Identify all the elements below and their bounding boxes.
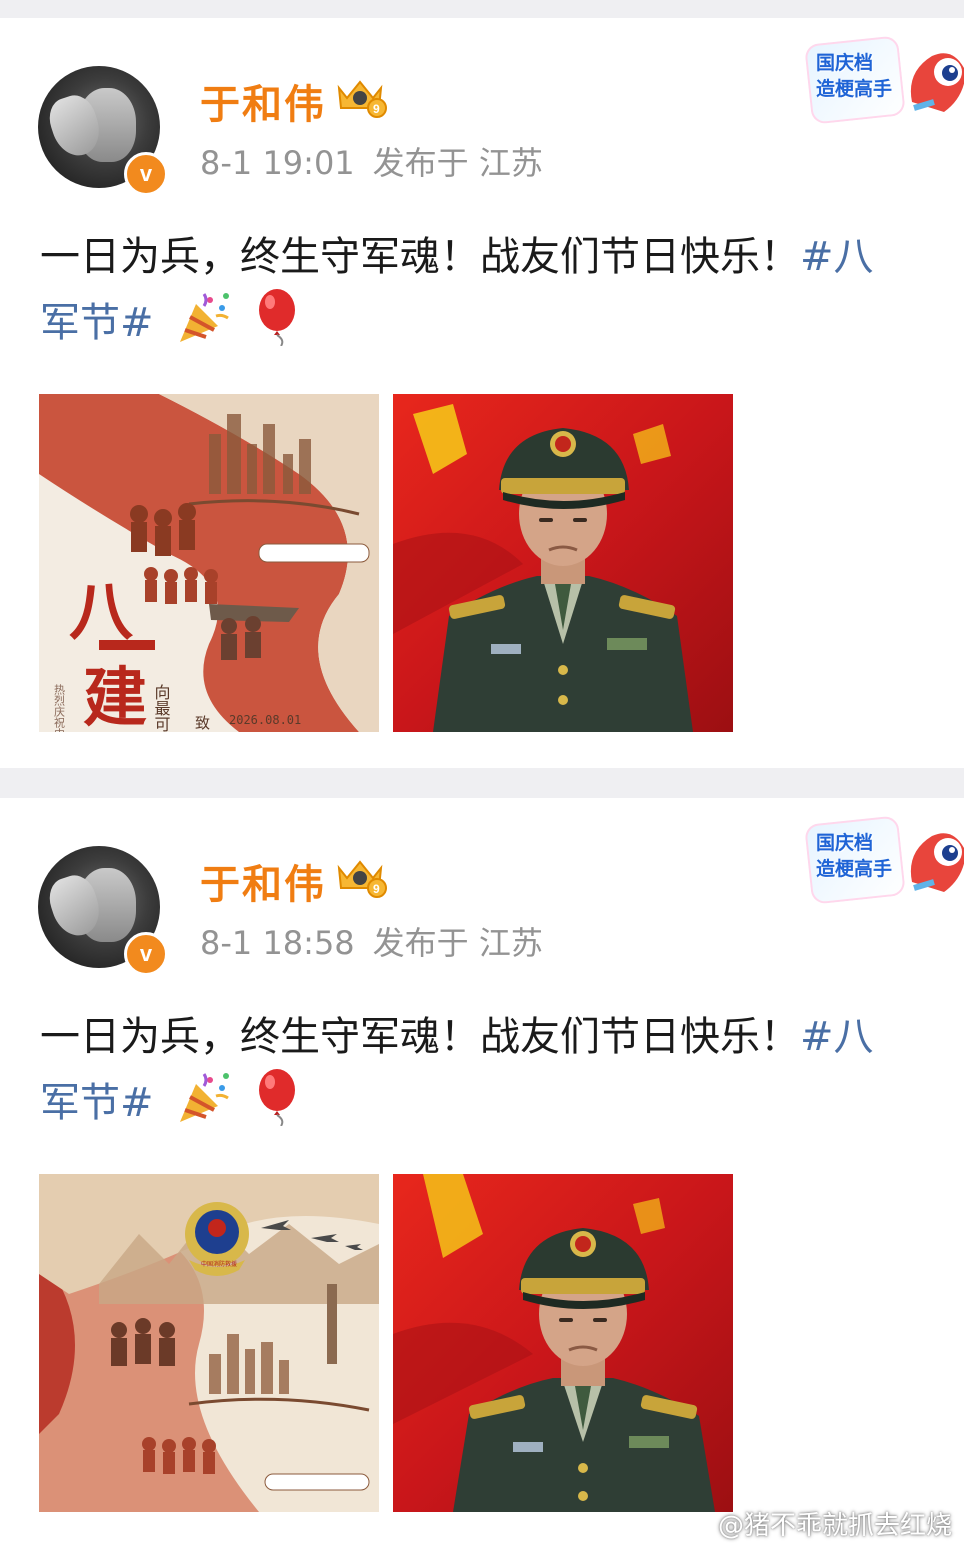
post-meta: 8-1 18:58 发布于 江苏 (200, 918, 543, 964)
author-avatar[interactable]: v (38, 846, 168, 976)
verified-v-icon: v (124, 152, 168, 196)
verified-v-icon: v (124, 932, 168, 976)
mascot-icon (911, 833, 964, 892)
post-image-poster[interactable]: 八 建 向最可爱 致 2026.08.01 热烈庆祝中 (39, 394, 379, 732)
poster-title-2: 建 (83, 661, 147, 732)
poster-to-text: 致 (195, 714, 210, 732)
vip-crown-icon[interactable]: 9 (333, 74, 387, 118)
post-text: 一日为兵，终生守军魂！战友们节日快乐！#八 军节# (40, 226, 964, 354)
hashtag-link-continued[interactable]: 军节# (40, 300, 154, 346)
promo-badge[interactable]: 国庆档 造梗高手 (804, 28, 964, 128)
author-name[interactable]: 于和伟 (200, 852, 326, 910)
post-text: 一日为兵，终生守军魂！战友们节日快乐！#八 军节# (40, 1006, 964, 1134)
post-time: 8-1 18:58 (200, 924, 355, 962)
post-location: 发布于 江苏 (372, 144, 543, 182)
post-location: 发布于 江苏 (372, 924, 543, 962)
party-popper-icon (180, 1073, 230, 1122)
promo-line-2: 造梗高手 (816, 858, 893, 880)
post-meta: 8-1 19:01 发布于 江苏 (200, 138, 543, 184)
author-name[interactable]: 于和伟 (200, 72, 326, 130)
svg-text:9: 9 (373, 882, 380, 896)
post-image-poster[interactable]: 中国消防救援 (39, 1174, 379, 1512)
hashtag-link[interactable]: #八 (800, 1014, 874, 1060)
post-image-officer[interactable] (393, 394, 733, 732)
weibo-feed: v 于和伟 9 8-1 19:01 发布于 江苏 国庆档 造梗高手 一日为兵，终… (0, 0, 964, 1550)
party-popper-icon (180, 293, 230, 342)
promo-line-1: 国庆档 (816, 52, 874, 74)
post-image-officer[interactable] (393, 1174, 733, 1512)
poster-title: 八 (69, 575, 134, 650)
emblem-text: 中国消防救援 (201, 1260, 237, 1268)
vip-crown-icon[interactable]: 9 (333, 854, 387, 898)
promo-badge[interactable]: 国庆档 造梗高手 (804, 808, 964, 908)
svg-text:9: 9 (373, 102, 380, 116)
weibo-post: v 于和伟 9 8-1 18:58 发布于 江苏 国庆档 造梗高手 一日为兵，终… (0, 798, 964, 1550)
red-balloon-icon (258, 289, 295, 346)
hashtag-link[interactable]: #八 (800, 234, 874, 280)
poster-date: 2026.08.01 (229, 713, 301, 727)
red-balloon-icon (258, 1069, 295, 1126)
poster-side-text: 向最可爱 (152, 684, 171, 732)
weibo-post: v 于和伟 9 8-1 19:01 发布于 江苏 国庆档 造梗高手 一日为兵，终… (0, 18, 964, 768)
post-text-main: 一日为兵，终生守军魂！战友们节日快乐！ (40, 1014, 800, 1060)
promo-line-1: 国庆档 (816, 832, 874, 854)
post-time: 8-1 19:01 (200, 144, 355, 182)
poster-vertical-text: 热烈庆祝中 (53, 684, 66, 732)
post-text-main: 一日为兵，终生守军魂！战友们节日快乐！ (40, 234, 800, 280)
hashtag-link-continued[interactable]: 军节# (40, 1080, 154, 1126)
watermark: @猪不乖就抓去红烧 (717, 1511, 952, 1541)
promo-line-2: 造梗高手 (816, 78, 893, 100)
author-avatar[interactable]: v (38, 66, 168, 196)
mascot-icon (911, 53, 964, 112)
